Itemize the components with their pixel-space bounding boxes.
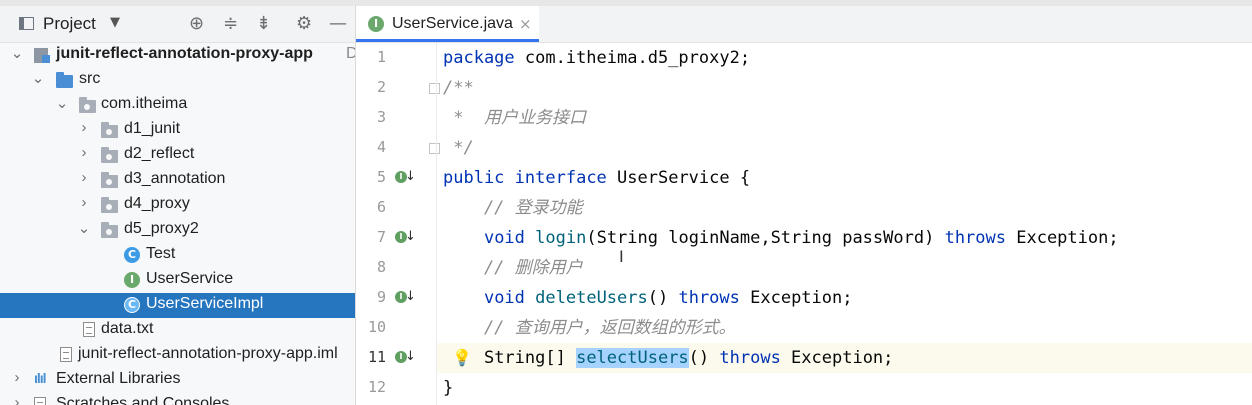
tree-item-label: d3_annotation xyxy=(124,170,226,187)
tree-item-d4-proxy[interactable]: › d4_proxy xyxy=(0,193,355,218)
tree-item-userserviceimpl[interactable]: C UserServiceImpl xyxy=(0,293,355,318)
chevron-right-icon[interactable]: › xyxy=(10,394,24,405)
chevron-right-icon[interactable]: › xyxy=(10,369,24,386)
chevron-right-icon[interactable]: › xyxy=(77,194,91,211)
tree-item-scratches[interactable]: › Scratches and Consoles xyxy=(0,393,355,405)
line-number: 5 xyxy=(376,168,386,186)
chevron-down-icon[interactable]: ⌄ xyxy=(10,44,24,62)
chevron-right-icon[interactable]: › xyxy=(77,144,91,161)
line-number: 8 xyxy=(376,258,386,276)
tree-item-label: com.itheima xyxy=(101,95,188,112)
tree-item-label: d4_proxy xyxy=(124,195,190,212)
code-line-11[interactable]: String[] selectUsers() throws Exception; xyxy=(443,343,893,373)
expand-all-icon[interactable]: ≑ xyxy=(223,14,238,34)
tree-item-label: d1_junit xyxy=(124,120,181,137)
line-number: 10 xyxy=(367,318,386,336)
chevron-down-icon[interactable]: ⌄ xyxy=(31,69,45,87)
chevron-down-icon[interactable]: ▼ xyxy=(110,15,120,30)
code-line-2[interactable]: /** xyxy=(443,73,474,103)
implemented-by-icon[interactable]: I ↓ xyxy=(395,349,417,367)
implemented-by-icon[interactable]: I ↓ xyxy=(395,289,417,307)
collapse-all-icon[interactable]: ⇟ xyxy=(256,14,271,34)
tree-item-project-root[interactable]: ⌄ junit-reflect-annotation-proxy-app D xyxy=(0,43,355,68)
tree-item-label: junit-reflect-annotation-proxy-app xyxy=(56,45,313,62)
line-number: 3 xyxy=(376,108,386,126)
tree-item-label: Test xyxy=(146,245,176,262)
code-line-12[interactable]: } xyxy=(443,373,453,403)
tab-userservice-java[interactable]: I UserService.java × xyxy=(356,6,539,42)
tree-item-path-suffix: D xyxy=(346,45,355,63)
code-line-5[interactable]: public interface UserService { xyxy=(443,163,750,193)
tree-item-d3-annotation[interactable]: › d3_annotation xyxy=(0,168,355,193)
project-tool-window: Project ▼ ⊕ ≑ ⇟ ⚙ — ⌄ junit-reflect-anno… xyxy=(0,6,356,405)
crosshair-icon[interactable]: ⊕ xyxy=(189,14,204,34)
tree-item-userservice[interactable]: I UserService xyxy=(0,268,355,293)
code-line-4[interactable]: */ xyxy=(443,133,473,163)
line-number: 4 xyxy=(376,138,386,156)
tree-item-label: d2_reflect xyxy=(124,145,195,162)
tree-item-com-itheima[interactable]: ⌄ com.itheima xyxy=(0,93,355,118)
tree-item-label: UserServiceImpl xyxy=(146,295,264,312)
chevron-right-icon[interactable]: › xyxy=(77,169,91,186)
code-line-10[interactable]: // 查询用户，返回数组的形式。 xyxy=(443,313,736,343)
tree-item-src[interactable]: ⌄ src xyxy=(0,68,355,93)
selected-text[interactable]: selectUsers xyxy=(576,348,689,368)
tree-item-label: src xyxy=(79,70,101,87)
line-number: 6 xyxy=(376,198,386,216)
text-cursor-icon: I xyxy=(619,247,624,266)
tree-item-iml-file[interactable]: junit-reflect-annotation-proxy-app.iml xyxy=(0,343,355,368)
code-line-6[interactable]: // 登录功能 xyxy=(443,193,583,223)
project-toolbar: Project ▼ ⊕ ≑ ⇟ ⚙ — xyxy=(0,6,355,43)
line-number: 1 xyxy=(376,48,386,66)
code-line-7[interactable]: void login(String loginName,String passW… xyxy=(443,223,1119,253)
tree-item-d5-proxy2[interactable]: ⌄ d5_proxy2 xyxy=(0,218,355,243)
line-number: 7 xyxy=(376,228,386,246)
tree-item-d1-junit[interactable]: › d1_junit xyxy=(0,118,355,143)
chevron-down-icon[interactable]: ⌄ xyxy=(55,94,69,112)
tree-item-data-txt[interactable]: data.txt xyxy=(0,318,355,343)
implemented-by-icon[interactable]: I ↓ xyxy=(395,229,417,247)
tab-label: UserService.java xyxy=(392,15,513,32)
code-line-3[interactable]: * 用户业务接口 xyxy=(443,103,586,133)
chevron-right-icon[interactable]: › xyxy=(77,119,91,136)
line-number: 11 xyxy=(367,348,386,366)
interface-icon: I xyxy=(368,16,384,32)
editor-gutter: 1 2 3 4 5 6 7 8 9 10 11 12 I ↓ I ↓ I ↓ I ↓ xyxy=(356,43,440,405)
project-view-icon[interactable] xyxy=(19,17,34,30)
lightbulb-icon[interactable]: 💡 xyxy=(452,348,472,367)
implemented-by-icon[interactable]: I ↓ xyxy=(395,169,417,187)
code-line-9[interactable]: void deleteUsers() throws Exception; xyxy=(443,283,853,313)
code-text-area[interactable]: package com.itheima.d5_proxy2; /** * 用户业… xyxy=(436,43,1252,405)
close-icon[interactable]: × xyxy=(519,15,532,33)
chevron-down-icon[interactable]: ⌄ xyxy=(77,219,91,237)
gear-icon[interactable]: ⚙ xyxy=(296,14,312,34)
tree-item-label: Scratches and Consoles xyxy=(56,395,230,405)
tree-item-external-libraries[interactable]: › ılıl External Libraries xyxy=(0,368,355,393)
tree-item-label: d5_proxy2 xyxy=(124,220,199,237)
tree-item-test[interactable]: C Test xyxy=(0,243,355,268)
tree-item-label: junit-reflect-annotation-proxy-app.iml xyxy=(78,345,338,362)
tree-item-label: External Libraries xyxy=(56,370,181,387)
libraries-icon: ılıl xyxy=(34,370,47,386)
line-number: 12 xyxy=(367,378,386,396)
tree-item-label: data.txt xyxy=(101,320,154,337)
code-editor: I UserService.java × 1 2 3 4 5 6 7 8 9 1… xyxy=(356,6,1252,405)
minimize-icon[interactable]: — xyxy=(329,14,347,34)
tree-item-label: UserService xyxy=(146,270,234,287)
project-view-selector[interactable]: Project xyxy=(43,14,96,34)
line-number: 9 xyxy=(376,288,386,306)
code-line-8[interactable]: // 删除用户 xyxy=(443,253,583,283)
tree-item-d2-reflect[interactable]: › d2_reflect xyxy=(0,143,355,168)
line-number: 2 xyxy=(376,78,386,96)
editor-tab-bar: I UserService.java × xyxy=(356,6,1252,43)
code-line-1[interactable]: package com.itheima.d5_proxy2; xyxy=(443,43,750,73)
